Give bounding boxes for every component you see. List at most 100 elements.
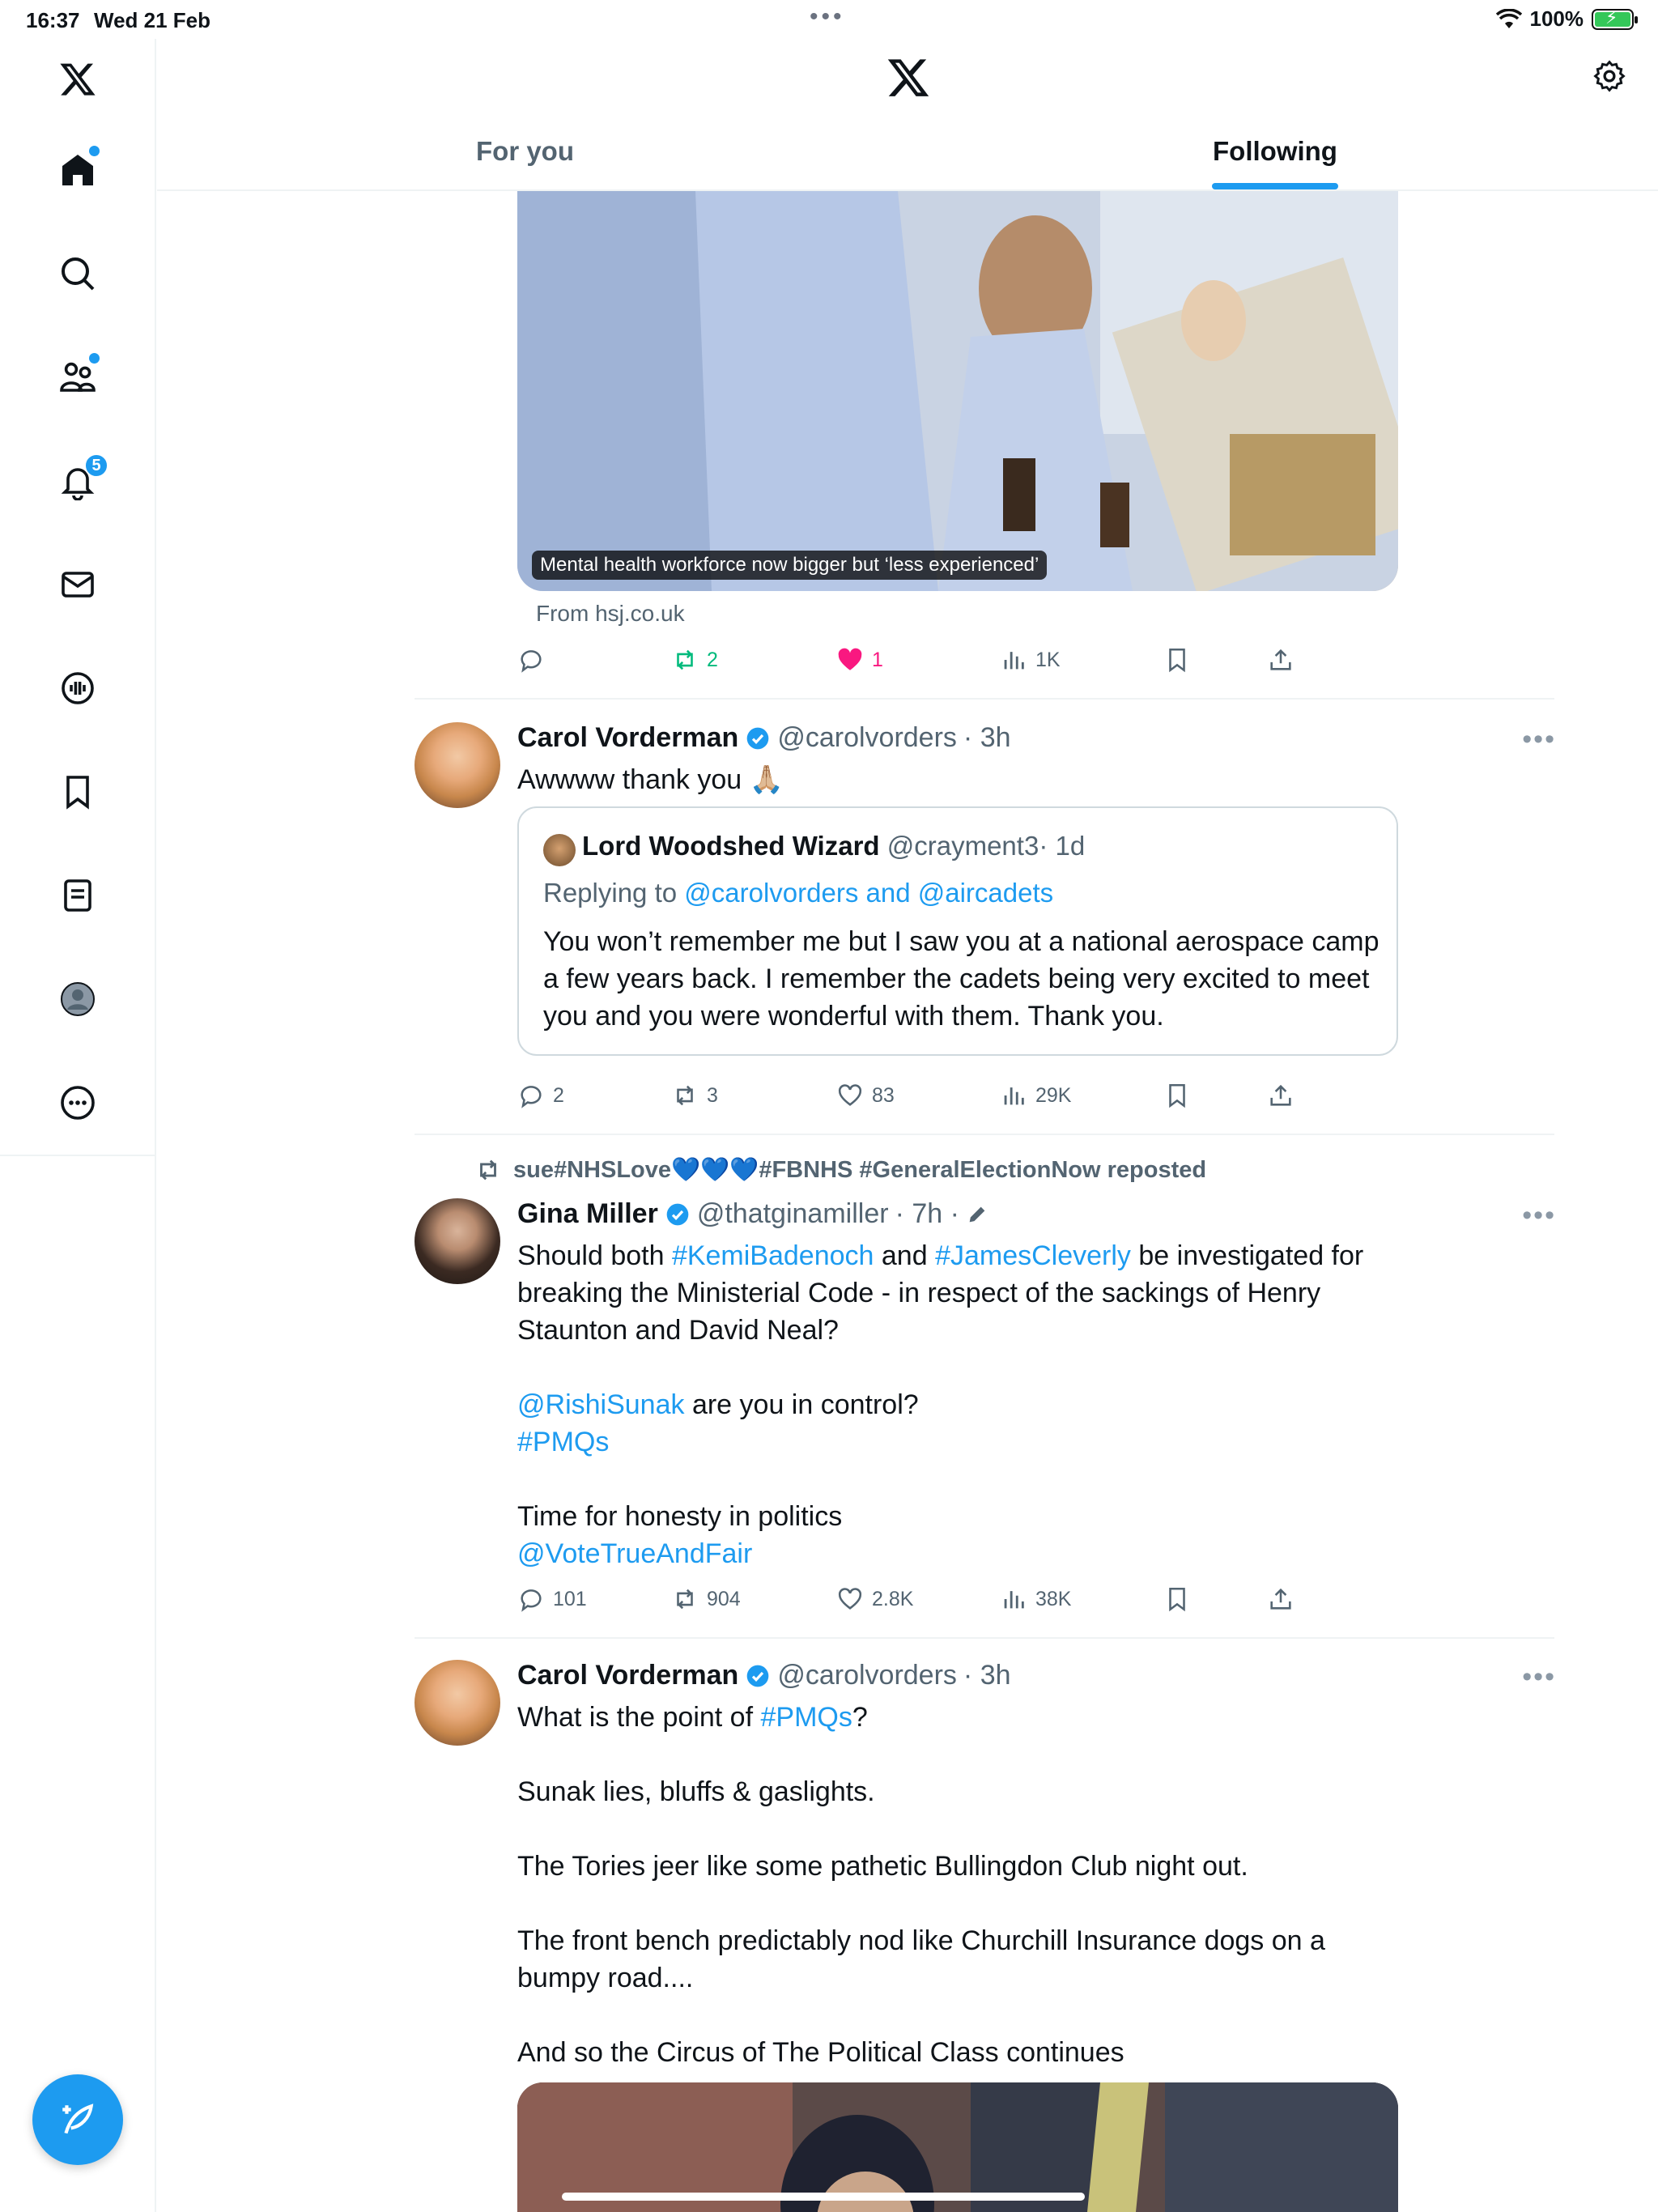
share-icon bbox=[1270, 1084, 1291, 1106]
reply-button[interactable] bbox=[517, 646, 553, 674]
views-button[interactable]: 38K bbox=[1000, 1585, 1071, 1613]
views-button[interactable]: 29K bbox=[1000, 1082, 1071, 1109]
views-count: 29K bbox=[1035, 1083, 1072, 1107]
verified-badge-icon bbox=[746, 1665, 769, 1687]
views-count: 1K bbox=[1035, 648, 1061, 671]
text-segment: ? bbox=[852, 1702, 868, 1733]
tweet-carol-vorderman-thanks[interactable]: Carol Vorderman @carolvorders · 3h ••• A… bbox=[414, 722, 1556, 1087]
reposted-by-text: sue#NHSLove💙💙💙#FBNHS #GeneralElectionNow… bbox=[513, 1157, 1207, 1183]
bookmarks-icon[interactable] bbox=[45, 759, 110, 824]
multitasking-dots-icon[interactable]: ••• bbox=[810, 3, 845, 31]
repost-button[interactable]: 904 bbox=[671, 1585, 741, 1613]
repost-button[interactable]: 3 bbox=[671, 1082, 718, 1109]
communities-icon[interactable] bbox=[45, 345, 110, 410]
like-button[interactable]: 2.8K bbox=[836, 1585, 913, 1613]
tweet-line: What is the point of #PMQs? bbox=[517, 1699, 1424, 1736]
settings-gear-icon[interactable] bbox=[1592, 58, 1627, 98]
notifications-bell-icon[interactable]: 5 bbox=[45, 449, 110, 513]
tab-following[interactable]: Following bbox=[1213, 136, 1337, 167]
avatar[interactable] bbox=[414, 1660, 500, 1746]
share-button[interactable] bbox=[1267, 1082, 1295, 1109]
tweet-line: bumpy road.... bbox=[517, 1963, 694, 1993]
bookmark-button[interactable] bbox=[1163, 1082, 1191, 1109]
views-chart-icon bbox=[1004, 1087, 1024, 1105]
hashtag-link[interactable]: #PMQs bbox=[517, 1427, 609, 1457]
like-button[interactable]: 83 bbox=[836, 1082, 895, 1109]
author-handle[interactable]: @carolvorders bbox=[777, 1660, 957, 1691]
hashtag-link[interactable]: #JamesCleverly bbox=[935, 1240, 1131, 1271]
quoted-author-name: Lord Woodshed Wizard bbox=[582, 831, 880, 861]
avatar[interactable] bbox=[414, 1198, 500, 1284]
tweet-line: The Tories jeer like some pathetic Bulli… bbox=[517, 1851, 1248, 1882]
messages-envelope-icon[interactable] bbox=[45, 552, 110, 617]
status-date: Wed 21 Feb bbox=[94, 8, 211, 32]
replying-to: Replying to @carolvorders and @aircadets bbox=[543, 878, 1053, 908]
share-button[interactable] bbox=[1267, 1585, 1295, 1613]
repost-icon bbox=[677, 649, 693, 670]
like-count: 1 bbox=[872, 648, 883, 671]
bookmark-icon bbox=[1169, 1083, 1185, 1108]
tweet-text: Should both #KemiBadenoch and #JamesClev… bbox=[517, 1237, 1424, 1572]
reply-button[interactable]: 2 bbox=[517, 1082, 564, 1109]
author-handle[interactable]: @carolvorders bbox=[777, 722, 957, 754]
bookmark-button[interactable] bbox=[1163, 646, 1191, 674]
repost-context[interactable]: sue#NHSLove💙💙💙#FBNHS #GeneralElectionNow… bbox=[474, 1156, 1206, 1184]
communities-unread-dot bbox=[89, 353, 100, 364]
like-button[interactable]: 1 bbox=[836, 646, 883, 674]
replying-to-handles[interactable]: @carolvorders and @aircadets bbox=[684, 878, 1053, 908]
more-options-icon[interactable]: ••• bbox=[1522, 1200, 1556, 1231]
hashtag-link[interactable]: #PMQs bbox=[761, 1702, 852, 1733]
author-name[interactable]: Carol Vorderman bbox=[517, 1660, 738, 1691]
quoted-tweet-header: Lord Woodshed Wizard @crayment3· 1d bbox=[582, 831, 1085, 861]
tweet-header: Gina Miller @thatginamiller · 7h · bbox=[517, 1198, 988, 1230]
compose-post-button[interactable] bbox=[32, 2074, 123, 2165]
tweet-time: · 3h bbox=[963, 722, 1011, 753]
more-options-icon[interactable]: ••• bbox=[1522, 1661, 1556, 1693]
author-name[interactable]: Carol Vorderman bbox=[517, 722, 738, 754]
hashtag-link[interactable]: #KemiBadenoch bbox=[672, 1240, 874, 1271]
author-name[interactable]: Gina Miller bbox=[517, 1198, 658, 1230]
tweet-divider bbox=[414, 1134, 1554, 1135]
more-options-icon[interactable] bbox=[45, 1070, 110, 1135]
reply-icon bbox=[521, 1589, 542, 1612]
status-time: 16:37 bbox=[26, 8, 80, 32]
edited-pencil-icon[interactable] bbox=[966, 1203, 988, 1226]
repost-button[interactable]: 2 bbox=[671, 646, 718, 674]
tweet-actions: 2 3 83 29K bbox=[517, 1082, 1408, 1117]
heart-filled-icon bbox=[838, 648, 862, 670]
tab-for-you[interactable]: For you bbox=[476, 136, 574, 167]
avatar[interactable] bbox=[414, 722, 500, 808]
bookmark-button[interactable] bbox=[1163, 1585, 1191, 1613]
home-indicator[interactable] bbox=[562, 2193, 1085, 2201]
replying-to-prefix: Replying to bbox=[543, 878, 685, 908]
status-right: 100% ⚡ bbox=[1495, 6, 1638, 32]
share-button[interactable] bbox=[1267, 646, 1295, 674]
compose-feather-icon bbox=[62, 2104, 94, 2134]
views-button[interactable]: 1K bbox=[1000, 646, 1061, 674]
link-card-source[interactable]: From hsj.co.uk bbox=[536, 601, 685, 627]
mention-link[interactable]: @VoteTrueAndFair bbox=[517, 1538, 752, 1569]
mention-link[interactable]: @RishiSunak bbox=[517, 1389, 685, 1420]
status-bar: 16:37 Wed 21 Feb ••• 100% ⚡ bbox=[0, 0, 1658, 39]
spaces-icon[interactable] bbox=[45, 656, 110, 721]
verified-badge-icon bbox=[666, 1203, 689, 1225]
search-icon[interactable] bbox=[45, 241, 110, 306]
tweet-header: Carol Vorderman @carolvorders · 3h bbox=[517, 1660, 1011, 1691]
profile-avatar-icon[interactable] bbox=[45, 967, 110, 1032]
more-options-icon[interactable]: ••• bbox=[1522, 724, 1556, 755]
verified-badge-icon bbox=[746, 727, 769, 749]
quoted-tweet-text: You won’t remember me but I saw you at a… bbox=[543, 926, 1380, 1032]
home-icon[interactable] bbox=[45, 138, 110, 202]
quoted-tweet[interactable]: Lord Woodshed Wizard @crayment3· 1d Repl… bbox=[517, 806, 1398, 1056]
timeline-header: For you Following bbox=[157, 39, 1658, 191]
reply-icon bbox=[521, 1086, 542, 1108]
link-card-image[interactable]: Mental health workforce now bigger but ‘… bbox=[517, 191, 1398, 591]
reply-count: 2 bbox=[553, 1083, 564, 1107]
share-icon bbox=[1270, 1588, 1291, 1610]
x-logo-icon[interactable] bbox=[45, 47, 110, 112]
text-segment: What is the point of bbox=[517, 1702, 761, 1733]
author-handle[interactable]: @thatginamiller bbox=[697, 1198, 889, 1230]
lists-icon[interactable] bbox=[45, 863, 110, 928]
reply-button[interactable]: 101 bbox=[517, 1585, 587, 1613]
